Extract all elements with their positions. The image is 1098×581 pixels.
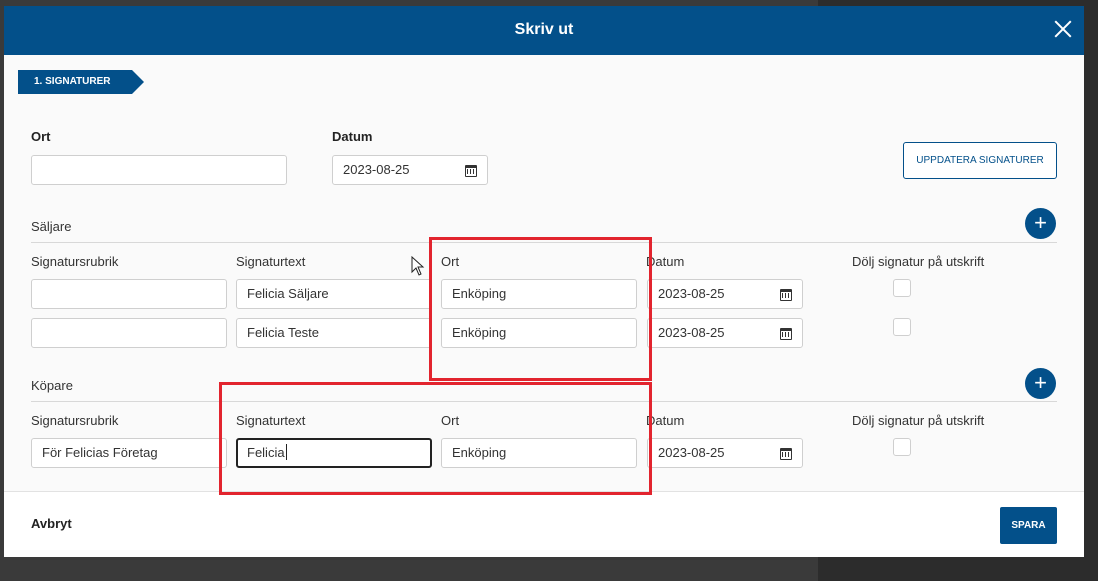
signaturtext-input[interactable]: Felicia Säljare xyxy=(236,279,432,309)
update-signatures-button[interactable]: UPPDATERA SIGNATURER xyxy=(903,142,1057,179)
col-text-label: Signaturtext xyxy=(236,254,306,269)
rubrik-input[interactable] xyxy=(31,279,227,309)
calendar-icon[interactable] xyxy=(780,448,792,460)
datum-row-input[interactable]: 2023-08-25 xyxy=(647,318,803,348)
col-datum-label: Datum xyxy=(646,413,685,428)
save-button[interactable]: SPARA xyxy=(1000,507,1057,544)
col-rubrik-label: Signatursrubrik xyxy=(31,254,119,269)
col-ort-label: Ort xyxy=(441,254,460,269)
signaturtext-input[interactable]: Felicia Teste xyxy=(236,318,432,348)
ort-row-input[interactable]: Enköping xyxy=(441,279,637,309)
mouse-cursor-icon xyxy=(411,256,425,276)
dialog-title: Skriv ut xyxy=(514,21,574,38)
close-icon[interactable] xyxy=(1052,18,1074,40)
step-signaturer[interactable]: 1. SIGNATURER xyxy=(18,70,144,94)
datum-label: Datum xyxy=(332,129,373,144)
hide-signature-checkbox[interactable] xyxy=(893,318,911,336)
ort-input[interactable] xyxy=(31,155,287,185)
col-rubrik-label: Signatursrubrik xyxy=(31,413,119,428)
add-saljare-button[interactable]: + xyxy=(1025,208,1056,239)
hide-signature-checkbox[interactable] xyxy=(893,438,911,456)
datum-row-value: 2023-08-25 xyxy=(658,286,725,301)
datum-row-input[interactable]: 2023-08-25 xyxy=(647,279,803,309)
col-ort-label: Ort xyxy=(441,413,460,428)
dialog-footer: Avbryt SPARA xyxy=(4,491,1084,557)
ort-label: Ort xyxy=(31,129,51,144)
saljare-heading: Säljare xyxy=(31,219,72,234)
col-hide-label: Dölj signatur på utskrift xyxy=(852,254,985,269)
dialog-body: 1. SIGNATURER Ort Datum 2023-08-25 UPPDA… xyxy=(4,55,1084,491)
dialog-header: Skriv ut xyxy=(4,6,1084,55)
divider xyxy=(31,242,1057,243)
calendar-icon[interactable] xyxy=(780,328,792,340)
col-text-label: Signaturtext xyxy=(236,413,306,428)
rubrik-input[interactable] xyxy=(31,318,227,348)
signaturtext-value: Felicia xyxy=(247,445,285,460)
calendar-icon[interactable] xyxy=(780,289,792,301)
datum-row-value: 2023-08-25 xyxy=(658,445,725,460)
rubrik-input[interactable]: För Felicias Företag xyxy=(31,438,227,468)
signaturtext-input-focused[interactable]: Felicia xyxy=(236,438,432,468)
text-caret xyxy=(285,444,287,460)
print-dialog: Skriv ut 1. SIGNATURER Ort Datum 2023-08… xyxy=(4,6,1084,557)
ort-row-input[interactable]: Enköping xyxy=(441,318,637,348)
datum-row-input[interactable]: 2023-08-25 xyxy=(647,438,803,468)
datum-row-value: 2023-08-25 xyxy=(658,325,725,340)
plus-icon: + xyxy=(1034,210,1047,235)
plus-icon: + xyxy=(1034,370,1047,395)
datum-value: 2023-08-25 xyxy=(343,162,410,177)
divider xyxy=(31,401,1057,402)
col-hide-label: Dölj signatur på utskrift xyxy=(852,413,985,428)
hide-signature-checkbox[interactable] xyxy=(893,279,911,297)
calendar-icon[interactable] xyxy=(465,165,477,177)
cancel-button[interactable]: Avbryt xyxy=(31,516,72,531)
col-datum-label: Datum xyxy=(646,254,685,269)
ort-row-input[interactable]: Enköping xyxy=(441,438,637,468)
datum-input[interactable]: 2023-08-25 xyxy=(332,155,488,185)
add-kopare-button[interactable]: + xyxy=(1025,368,1056,399)
kopare-heading: Köpare xyxy=(31,378,73,393)
